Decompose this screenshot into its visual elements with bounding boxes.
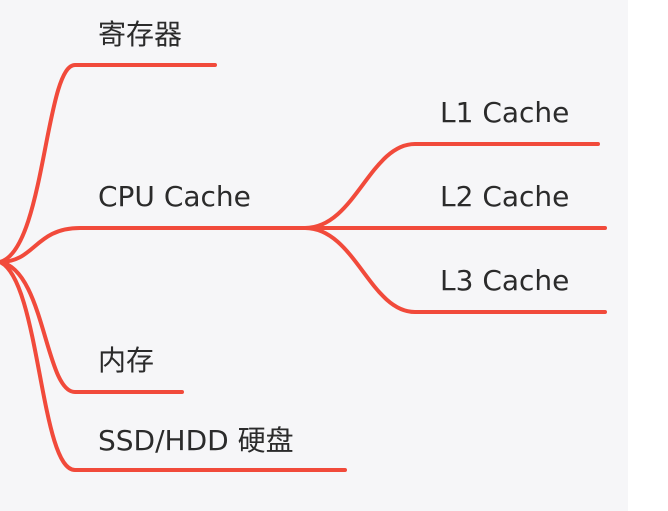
node-l2-cache[interactable]: L2 Cache [440, 180, 569, 214]
branch-register [0, 63, 217, 264]
mindmap-canvas: 寄存器 CPU Cache L1 Cache L2 Cache L3 Cache… [0, 0, 668, 511]
branch-memory [0, 260, 184, 394]
node-memory[interactable]: 内存 [98, 344, 154, 378]
node-disk[interactable]: SSD/HDD 硬盘 [98, 424, 294, 458]
node-register[interactable]: 寄存器 [98, 18, 182, 52]
node-cpu-cache[interactable]: CPU Cache [98, 180, 251, 214]
node-l3-cache[interactable]: L3 Cache [440, 264, 569, 298]
node-l1-cache[interactable]: L1 Cache [440, 96, 569, 130]
branch-cpu-cache [0, 226, 307, 264]
